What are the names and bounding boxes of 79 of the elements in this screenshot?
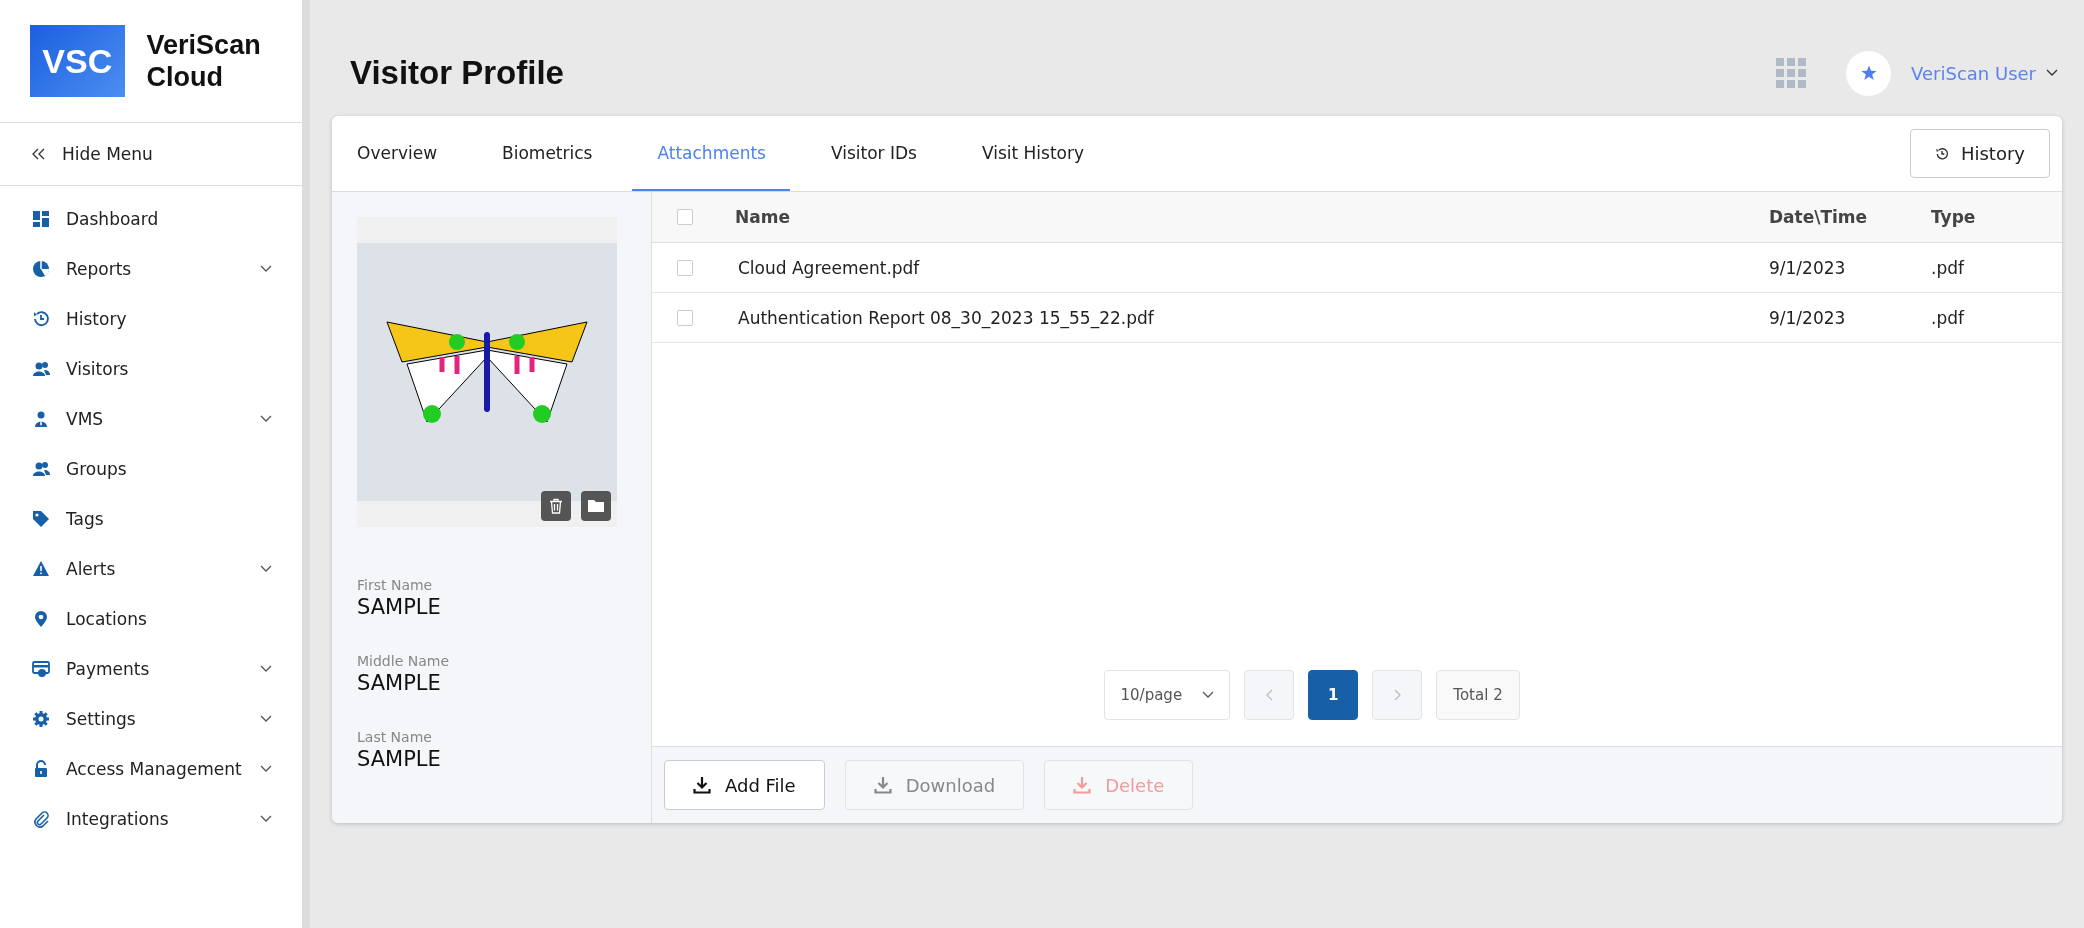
date-cell: 9/1/2023 (1769, 257, 1846, 278)
app-name: VeriScan Cloud (146, 29, 262, 93)
sidebar-item[interactable]: Settings (0, 694, 302, 744)
history-button[interactable]: History (1909, 129, 2050, 178)
location-pin-icon (32, 610, 50, 628)
download-icon (873, 776, 892, 794)
chevron-down-icon (260, 415, 272, 423)
row-checkbox[interactable] (677, 309, 693, 326)
warning-icon (32, 560, 50, 578)
page-title: Visitor Profile (350, 54, 565, 92)
chevron-down-icon (260, 565, 272, 573)
sidebar-item[interactable]: Dashboard (0, 194, 302, 244)
sidebar-item[interactable]: Visitors (0, 344, 302, 394)
field-label: First Name (357, 577, 434, 593)
app-grid-icon[interactable] (1776, 58, 1807, 88)
file-name: Cloud Agreement.pdf (738, 257, 920, 278)
column-header: Type (1931, 207, 1976, 227)
tab[interactable]: Biometrics (477, 116, 617, 191)
total-count: Total 2 (1436, 670, 1520, 720)
field-value: SAMPLE (357, 671, 442, 695)
download-icon (693, 776, 711, 794)
tab[interactable]: Overview (332, 116, 462, 191)
sidebar-item[interactable]: Alerts (0, 544, 302, 594)
person-icon (32, 410, 50, 428)
users-icon (32, 460, 50, 478)
sidebar-item[interactable]: Groups (0, 444, 302, 494)
lock-icon (32, 760, 50, 778)
file-name: Authentication Report 08_30_2023 15_55_22.pdf (738, 307, 1154, 328)
chevron-right-icon (1393, 689, 1401, 701)
sidebar-item[interactable]: Integrations (0, 794, 302, 844)
tag-icon (32, 510, 50, 528)
chevron-down-icon (260, 765, 272, 773)
date-cell: 9/1/2023 (1769, 307, 1846, 328)
history-icon (1934, 146, 1949, 161)
sidebar-item[interactable]: Tags (0, 494, 302, 544)
history-icon (32, 310, 50, 328)
column-header: Date\Time (1769, 207, 1868, 227)
chevron-down-icon (260, 715, 272, 723)
chevron-down-icon (2046, 69, 2058, 77)
logo-mark: VSC (30, 25, 125, 97)
page-size-select[interactable]: 10/page (1104, 670, 1231, 720)
dashboard-icon (32, 210, 50, 228)
tab[interactable]: Visitor IDs (805, 116, 941, 191)
type-cell: .pdf (1931, 257, 1964, 278)
chevron-down-icon (260, 265, 272, 273)
folder-button[interactable] (581, 491, 611, 521)
sidebar-item[interactable]: Reports (0, 244, 302, 294)
paperclip-icon (32, 810, 50, 828)
select-all-checkbox[interactable] (677, 209, 693, 225)
chevron-down-icon (1202, 691, 1215, 699)
sidebar-item[interactable]: Payments (0, 644, 302, 694)
star-icon (1860, 65, 1877, 81)
field-value: SAMPLE (357, 747, 442, 771)
chevron-left-icon (1265, 689, 1273, 701)
page-button[interactable]: 1 (1308, 670, 1359, 720)
sidebar-item[interactable]: History (0, 294, 302, 344)
trash-icon (548, 498, 564, 514)
pie-chart-icon (32, 260, 50, 278)
download-icon (1073, 776, 1092, 794)
row-checkbox[interactable] (677, 259, 693, 276)
hide-menu-button[interactable]: Hide Menu (0, 123, 302, 186)
column-header: Name (735, 207, 790, 227)
sidebar-item[interactable]: VMS (0, 394, 302, 444)
field-label: Last Name (357, 729, 433, 745)
gear-icon (32, 710, 50, 728)
action-button[interactable]: Add File (664, 760, 825, 810)
field-label: Middle Name (357, 653, 450, 669)
payment-icon (32, 660, 50, 678)
sidebar-item[interactable]: Locations (0, 594, 302, 644)
chevron-down-icon (260, 815, 272, 823)
tab[interactable]: Visit History (956, 116, 1109, 191)
sidebar-item[interactable]: Access Management (0, 744, 302, 794)
users-icon (32, 360, 50, 378)
field-value: SAMPLE (357, 595, 442, 619)
delete-photo-button[interactable] (541, 491, 571, 521)
chevron-down-icon (260, 665, 272, 673)
type-cell: .pdf (1931, 307, 1964, 328)
double-chevron-left-icon (32, 148, 46, 160)
folder-icon (587, 498, 605, 514)
